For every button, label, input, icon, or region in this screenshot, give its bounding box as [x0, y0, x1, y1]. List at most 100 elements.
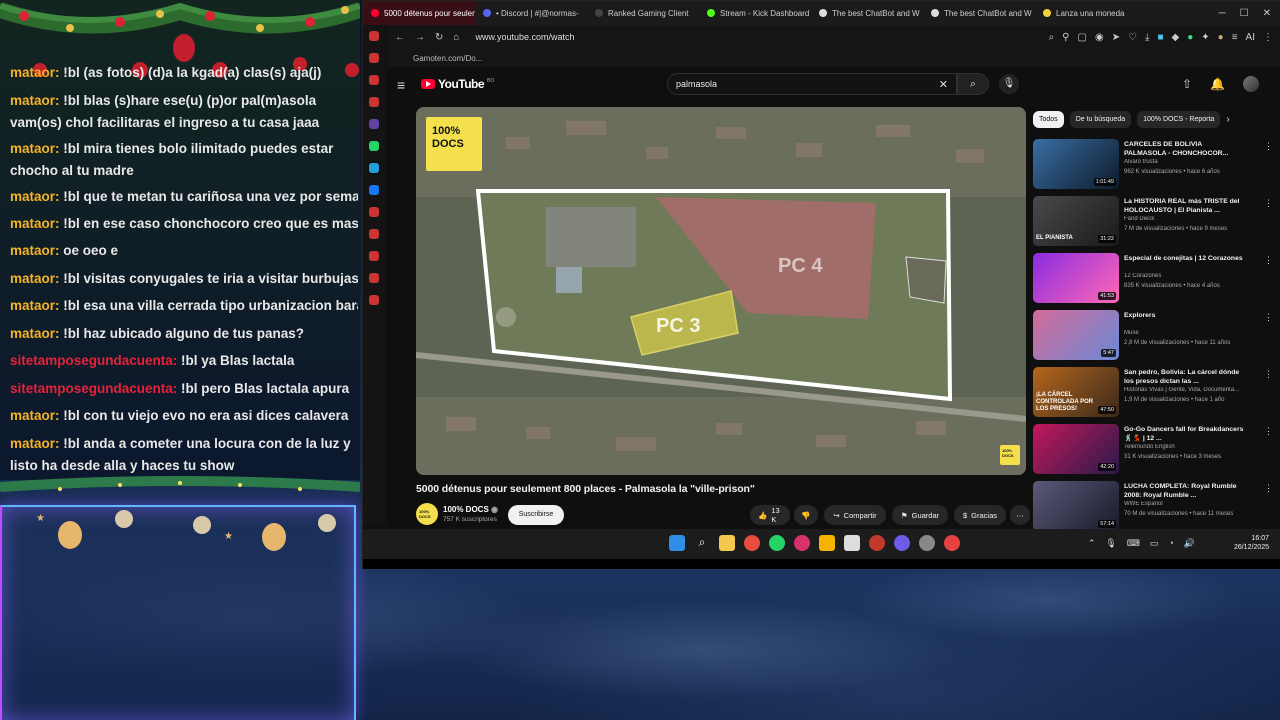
dislike-button[interactable]: 👎	[794, 505, 818, 525]
subscribe-button[interactable]: Suscribirse	[508, 505, 564, 525]
share-button[interactable]: ↪ Compartir	[824, 505, 886, 525]
sidebar-app-icon[interactable]	[369, 97, 379, 107]
zoom-icon[interactable]: ⌕	[1049, 32, 1055, 43]
minimize-icon[interactable]: ─	[1219, 8, 1226, 19]
start-icon[interactable]	[669, 535, 685, 551]
search-icon[interactable]: ⌕	[957, 73, 989, 95]
more-icon[interactable]: ⋮	[1264, 255, 1273, 266]
video-title[interactable]: LUCHA COMPLETA: Royal Rumble 2008: Royal…	[1124, 482, 1246, 500]
recommended-video[interactable]: 1:01:49 CARCELES DE BOLIVIA PALMASOLA - C…	[1033, 139, 1275, 191]
more-icon[interactable]: ⋮	[1263, 32, 1273, 43]
file-explorer-icon[interactable]	[819, 535, 835, 551]
reload-icon[interactable]: ↻	[435, 32, 443, 43]
search-input[interactable]: palmasola ✕	[667, 73, 957, 95]
chevron-up-icon[interactable]: ⌃	[1088, 538, 1096, 549]
app-icon[interactable]	[869, 535, 885, 551]
notes-icon[interactable]	[719, 535, 735, 551]
chrome-icon[interactable]	[744, 535, 760, 551]
sidebar-app-icon[interactable]	[369, 229, 379, 239]
back-icon[interactable]: ←	[395, 32, 405, 43]
whatsapp-icon[interactable]	[369, 141, 379, 151]
sidebar-app-icon[interactable]	[369, 273, 379, 283]
search-icon[interactable]: ⌕	[694, 535, 710, 551]
settings-icon[interactable]	[369, 295, 379, 305]
recommended-video[interactable]: 42:20 Go-Go Dancers fall for Breakdancers…	[1033, 424, 1275, 476]
filter-chip[interactable]: De tu búsqueda	[1069, 110, 1132, 128]
video-channel[interactable]: Telemundo English	[1124, 444, 1269, 450]
video-thumbnail[interactable]: 5:47	[1033, 310, 1119, 360]
microphone-icon[interactable]: 🎙	[1105, 538, 1116, 549]
video-title[interactable]: Explorers	[1124, 311, 1246, 320]
url-field[interactable]: www.youtube.com/watch	[475, 32, 574, 42]
bookmark-item[interactable]: Gamoten.com/Do...	[413, 54, 482, 63]
sidebar-app-icon[interactable]	[369, 31, 379, 41]
messenger-icon[interactable]	[369, 185, 379, 195]
video-title[interactable]: San pedro, Bolivia: La cárcel dónde los …	[1124, 368, 1246, 386]
recommended-video[interactable]: 41:53 Especial de conejitas | 12 Corazone…	[1033, 253, 1275, 305]
extension-icon[interactable]: ●	[1187, 32, 1193, 43]
wifi-icon[interactable]: ◔	[1168, 538, 1173, 549]
filter-chip[interactable]: 100% DOCS - Reporta	[1137, 110, 1221, 128]
browser-tab[interactable]: • Discord | #|@normas-	[475, 1, 587, 25]
browser-tab[interactable]: The best ChatBot and W	[923, 1, 1035, 25]
menu-icon[interactable]: ≡	[1232, 32, 1238, 43]
ai-button[interactable]: AI	[1246, 32, 1255, 43]
recommended-video[interactable]: EL PIANISTA 31:22 La HISTORIA REAL más TRI…	[1033, 196, 1275, 248]
close-icon[interactable]: ✕	[1263, 8, 1271, 19]
store-icon[interactable]	[844, 535, 860, 551]
browser-tab[interactable]: Stream - Kick Dashboard	[699, 1, 811, 25]
like-button[interactable]: 👍 13 K	[750, 505, 790, 525]
filter-chip[interactable]: Todos	[1033, 110, 1064, 128]
video-thumbnail[interactable]: ¡LA CÁRCEL CONTROLADA POR LOS PRESOS! 47:…	[1033, 367, 1119, 417]
avatar[interactable]	[1243, 76, 1259, 92]
sidebar-app-icon[interactable]	[369, 251, 379, 261]
recommended-video[interactable]: 5:47 Explorers Muse 2,8 M de visualizacione…	[1033, 310, 1275, 362]
volume-icon[interactable]: 🔊	[1184, 538, 1195, 549]
clock[interactable]: 16:07 26/12/2025	[1234, 534, 1269, 552]
sidebar-app-icon[interactable]	[369, 207, 379, 217]
video-thumbnail[interactable]: EL PIANISTA 31:22	[1033, 196, 1119, 246]
video-player[interactable]: 100% DOCS PC 3 PC 4 100% DOCS	[416, 107, 1026, 475]
forward-icon[interactable]: →	[415, 32, 425, 43]
channel-avatar[interactable]: 100% DOCS	[416, 503, 438, 525]
extension-icon[interactable]: ■	[1157, 32, 1163, 43]
maximize-icon[interactable]: ☐	[1240, 8, 1249, 19]
discord-icon[interactable]	[894, 535, 910, 551]
clear-search-icon[interactable]: ✕	[939, 78, 948, 91]
channel-name[interactable]: 100% DOCS ◉	[443, 505, 498, 514]
twitch-icon[interactable]	[369, 119, 379, 129]
recommended-video[interactable]: 57:14 LUCHA COMPLETA: Royal Rumble 2008: …	[1033, 481, 1275, 533]
profile-icon[interactable]: ●	[1218, 32, 1224, 43]
more-icon[interactable]: ⋮	[1264, 426, 1273, 437]
video-channel[interactable]: Farid Dieck	[1124, 216, 1269, 222]
video-title[interactable]: CARCELES DE BOLIVIA PALMASOLA - CHONCHOC…	[1124, 140, 1246, 158]
video-title[interactable]: Especial de conejitas | 12 Corazones	[1124, 254, 1246, 263]
camera-icon[interactable]: ◉	[1095, 32, 1104, 43]
more-icon[interactable]: ⋮	[1264, 483, 1273, 494]
video-thumbnail[interactable]: 57:14	[1033, 481, 1119, 531]
send-icon[interactable]: ➤	[1112, 32, 1120, 43]
hamburger-menu-icon[interactable]: ≡	[397, 77, 405, 93]
video-title[interactable]: La HISTORIA REAL más TRISTE del HOLOCAUS…	[1124, 197, 1246, 215]
app-icon[interactable]	[944, 535, 960, 551]
browser-tab[interactable]: Ranked Gaming Client	[587, 1, 699, 25]
video-channel[interactable]: 12 Corazones	[1124, 273, 1269, 279]
more-icon[interactable]: ⋮	[1264, 198, 1273, 209]
extension-icon[interactable]: ◆	[1172, 32, 1180, 43]
more-icon[interactable]: ⋮	[1264, 312, 1273, 323]
thanks-button[interactable]: $ Gracias	[954, 505, 1006, 525]
more-icon[interactable]: ⋮	[1264, 141, 1273, 152]
whatsapp-icon[interactable]	[769, 535, 785, 551]
sidebar-app-icon[interactable]	[369, 53, 379, 63]
extensions-puzzle-icon[interactable]: ✦	[1201, 32, 1209, 43]
video-channel[interactable]: WWE Español	[1124, 501, 1269, 507]
sidebar-app-icon[interactable]	[369, 75, 379, 85]
opera-icon[interactable]	[794, 535, 810, 551]
save-button[interactable]: ⚑ Guardar	[892, 505, 948, 525]
browser-tab[interactable]: Lanza una moneda	[1035, 1, 1147, 25]
video-thumbnail[interactable]: 1:01:49	[1033, 139, 1119, 189]
recommended-video[interactable]: ¡LA CÁRCEL CONTROLADA POR LOS PRESOS! 47:…	[1033, 367, 1275, 419]
browser-tab[interactable]: The best ChatBot and W	[811, 1, 923, 25]
display-icon[interactable]: ▭	[1150, 538, 1159, 549]
youtube-logo[interactable]: YouTube BO	[421, 77, 494, 91]
